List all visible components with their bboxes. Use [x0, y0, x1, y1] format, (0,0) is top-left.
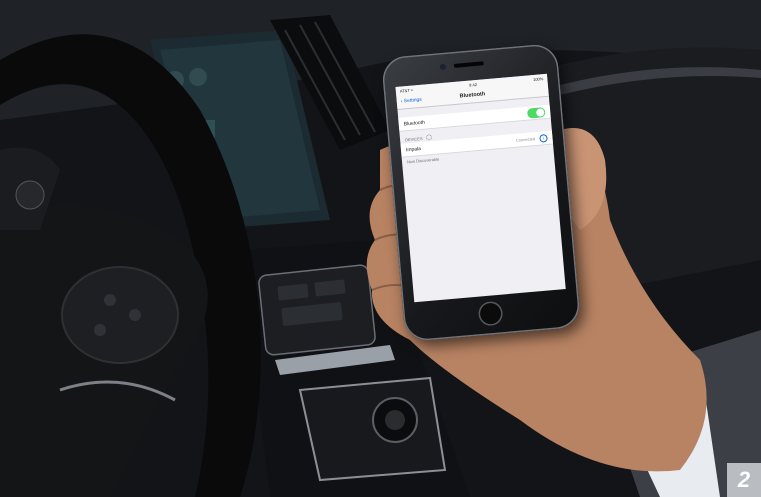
phone-screen: AT&T ≈ 9:42 100% ‹ Settings Bluetooth Bl…	[395, 73, 566, 303]
car-dashboard-illustration	[0, 0, 761, 497]
carrier-label: AT&T ≈	[399, 87, 414, 94]
clock-label: 9:42	[468, 81, 478, 88]
bluetooth-label: Bluetooth	[403, 119, 426, 127]
info-icon[interactable]: i	[539, 133, 548, 143]
device-name: Impala	[405, 145, 422, 153]
climate-controls	[298, 376, 447, 482]
steering-controls	[61, 266, 179, 364]
page-number: 2	[737, 467, 751, 492]
discoverable-text: Now Discoverable	[406, 156, 440, 165]
home-button[interactable]	[477, 300, 504, 327]
front-camera-icon	[439, 63, 447, 71]
device-status: Connected	[515, 135, 536, 143]
page-number-badge: 2	[727, 463, 761, 497]
bluetooth-toggle[interactable]	[526, 106, 546, 119]
smartphone: AT&T ≈ 9:42 100% ‹ Settings Bluetooth Bl…	[380, 42, 582, 343]
searching-spinner-icon	[425, 134, 432, 141]
earpiece-speaker	[453, 61, 484, 68]
car-interior-photo: AT&T ≈ 9:42 100% ‹ Settings Bluetooth Bl…	[0, 0, 761, 497]
battery-label: 100%	[532, 75, 544, 82]
